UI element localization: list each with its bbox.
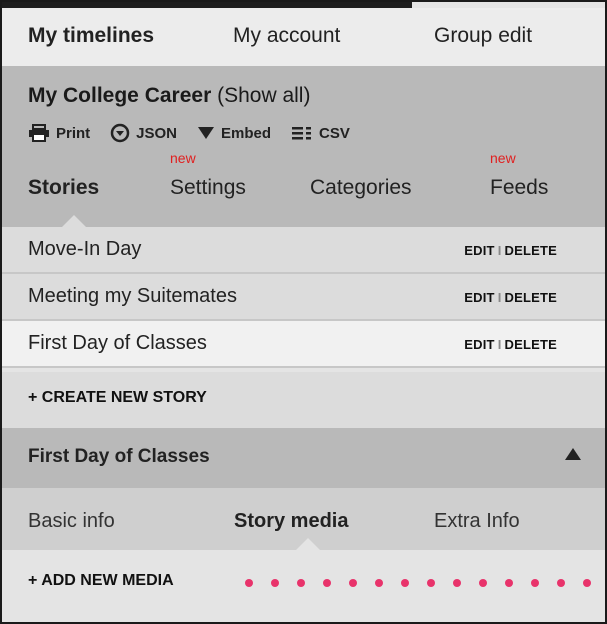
story-media-panel: + ADD NEW MEDIA <box>2 550 605 622</box>
settings-new-badge: new <box>170 150 196 166</box>
story-actions: EDIT I DELETE <box>464 290 557 305</box>
csv-label: CSV <box>319 124 350 142</box>
delete-link[interactable]: DELETE <box>505 243 557 258</box>
story-row-selected[interactable]: First Day of Classes EDIT I DELETE <box>2 321 605 368</box>
tab-extra-info[interactable]: Extra Info <box>434 510 520 533</box>
story-actions: EDIT I DELETE <box>464 337 557 352</box>
json-label: JSON <box>136 124 178 142</box>
show-all-link[interactable]: (Show all) <box>217 84 310 107</box>
active-tab-pointer <box>62 215 86 227</box>
edit-link[interactable]: EDIT <box>464 243 494 258</box>
story-row[interactable]: Meeting my Suitemates EDIT I DELETE <box>2 274 605 321</box>
tab-basic-info[interactable]: Basic info <box>28 510 115 533</box>
active-tab-pointer <box>296 538 320 550</box>
story-editor-tabs: Basic info Story media Extra Info <box>2 488 605 550</box>
tab-my-timelines[interactable]: My timelines <box>28 24 154 48</box>
delete-link[interactable]: DELETE <box>505 337 557 352</box>
story-title[interactable]: Meeting my Suitemates <box>28 285 237 308</box>
annotation-dot <box>271 579 279 587</box>
download-circle-icon <box>110 123 130 143</box>
annotation-dot <box>557 579 565 587</box>
create-story-bar: + CREATE NEW STORY <box>2 372 605 428</box>
triangle-down-icon <box>198 127 215 139</box>
json-button[interactable]: JSON <box>110 123 177 143</box>
action-separator: I <box>497 337 502 352</box>
annotation-dot <box>427 579 435 587</box>
annotation-dot <box>245 579 253 587</box>
embed-button[interactable]: Embed <box>197 125 271 142</box>
tab-group-edit[interactable]: Group edit <box>434 24 532 48</box>
tab-stories[interactable]: Stories <box>28 176 99 200</box>
timeline-editor-panel: My timelines My account Group edit My Co… <box>0 0 607 624</box>
story-title[interactable]: Move-In Day <box>28 238 141 261</box>
csv-button[interactable]: CSV <box>291 125 350 142</box>
printer-icon <box>29 124 49 142</box>
tab-categories[interactable]: Categories <box>310 176 412 200</box>
story-editor-header: First Day of Classes <box>2 428 605 488</box>
top-nav: My timelines My account Group edit <box>2 8 605 66</box>
annotation-dot <box>583 579 591 587</box>
timeline-header: My College Career (Show all) Print JSON <box>2 66 605 227</box>
annotation-dot <box>375 579 383 587</box>
export-tools: Print JSON Embed CSV <box>28 122 370 144</box>
annotation-dot <box>297 579 305 587</box>
list-icon <box>292 127 312 140</box>
edit-link[interactable]: EDIT <box>464 290 494 305</box>
collapse-triangle-icon[interactable] <box>565 448 581 460</box>
story-editor-title: First Day of Classes <box>28 446 210 467</box>
action-separator: I <box>497 290 502 305</box>
tab-feeds[interactable]: Feeds <box>490 176 548 200</box>
delete-link[interactable]: DELETE <box>505 290 557 305</box>
feeds-new-badge: new <box>490 150 516 166</box>
embed-label: Embed <box>221 124 272 142</box>
story-row[interactable]: Move-In Day EDIT I DELETE <box>2 227 605 274</box>
timeline-title-line: My College Career (Show all) <box>28 84 310 108</box>
tab-story-media[interactable]: Story media <box>234 510 348 533</box>
annotation-dot <box>505 579 513 587</box>
action-separator: I <box>497 243 502 258</box>
annotation-dot <box>323 579 331 587</box>
annotation-dotted-line <box>245 579 591 587</box>
add-new-media-button[interactable]: + ADD NEW MEDIA <box>28 572 174 590</box>
annotation-dot <box>349 579 357 587</box>
create-new-story-button[interactable]: + CREATE NEW STORY <box>28 389 207 407</box>
annotation-dot <box>531 579 539 587</box>
tab-settings[interactable]: Settings <box>170 176 246 200</box>
timeline-title: My College Career <box>28 84 212 107</box>
print-button[interactable]: Print <box>28 124 90 142</box>
story-title[interactable]: First Day of Classes <box>28 332 207 355</box>
edit-link[interactable]: EDIT <box>464 337 494 352</box>
annotation-dot <box>453 579 461 587</box>
annotation-dot <box>401 579 409 587</box>
annotation-dot <box>479 579 487 587</box>
print-label: Print <box>56 124 91 142</box>
story-actions: EDIT I DELETE <box>464 243 557 258</box>
tab-my-account[interactable]: My account <box>233 24 340 48</box>
